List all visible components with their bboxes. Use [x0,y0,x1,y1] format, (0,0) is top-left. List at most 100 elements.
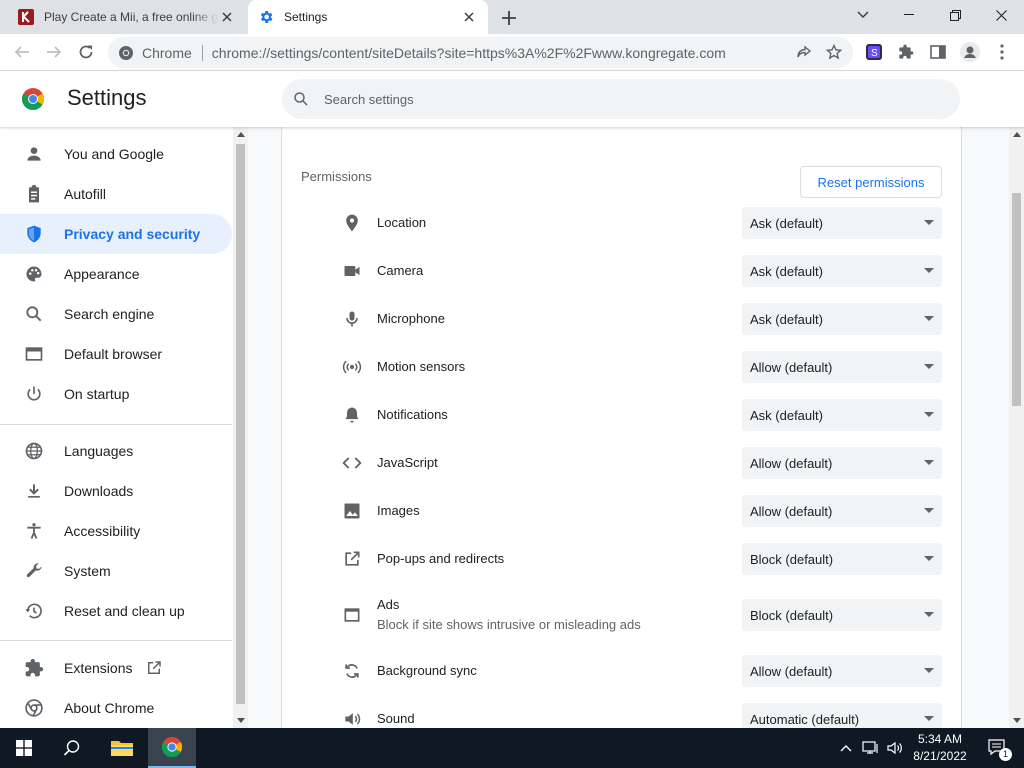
clipboard-icon [22,182,46,206]
tab-kongregate[interactable]: Play Create a Mii, a free online game on… [8,0,246,34]
sidebar-item-label: On startup [64,386,130,402]
sidebar-item-privacy-and-security[interactable]: Privacy and security [0,214,232,254]
sidebar-item-appearance[interactable]: Appearance [0,254,232,294]
close-window-button[interactable] [978,0,1024,30]
site-info-chip[interactable]: Chrome [118,45,192,61]
permission-value: Block (default) [750,607,834,623]
permission-select-location[interactable]: Ask (default) [742,207,942,239]
dropdown-caret-icon [924,460,934,465]
permission-select-images[interactable]: Allow (default) [742,495,942,527]
minimize-button[interactable] [886,0,932,30]
scroll-down-arrow[interactable] [237,718,245,723]
kongregate-icon [18,9,34,25]
forward-button[interactable] [40,38,68,66]
new-tab-button[interactable] [498,7,520,29]
sidebar-item-label: Downloads [64,483,134,499]
permission-select-popups[interactable]: Block (default) [742,543,942,575]
permission-select-ads[interactable]: Block (default) [742,599,942,631]
sidebar-item-about-chrome[interactable]: About Chrome [0,688,232,728]
volume-icon[interactable] [884,728,906,768]
chrome-logo-icon [21,87,45,111]
profile-avatar-icon[interactable] [956,38,984,66]
taskbar-search-button[interactable] [48,728,96,768]
sidebar-item-autofill[interactable]: Autofill [0,174,232,214]
svg-text:S: S [871,48,878,59]
sidebar-item-downloads[interactable]: Downloads [0,471,232,511]
scrollbar-thumb[interactable] [236,144,245,704]
scroll-up-arrow[interactable] [1013,132,1021,137]
tab-search-button[interactable] [840,0,886,30]
image-icon [340,499,364,523]
sidebar-item-on-startup[interactable]: On startup [0,374,232,414]
permission-value: Block (default) [750,551,834,567]
download-icon [22,479,46,503]
windows-taskbar: 5:34 AM 8/21/2022 1 [0,728,1024,768]
tray-overflow-icon[interactable] [836,728,856,768]
sidebar-scrollbar[interactable] [233,127,248,728]
settings-sidebar: You and Google Autofill Privacy and secu… [0,127,248,728]
scrollbar-thumb[interactable] [1012,193,1021,406]
tab-title: Settings [284,10,328,24]
permission-row-location: Location Ask (default) [282,199,963,247]
sidebar-item-reset-and-clean-up[interactable]: Reset and clean up [0,591,232,631]
sidebar-item-languages[interactable]: Languages [0,431,232,471]
permission-select-background-sync[interactable]: Allow (default) [742,655,942,687]
close-tab-icon[interactable] [460,8,478,26]
url-text[interactable]: chrome://settings/content/siteDetails?si… [212,45,726,61]
sensors-icon [340,355,364,379]
permission-select-javascript[interactable]: Allow (default) [742,447,942,479]
extension-s-icon[interactable]: S [860,38,888,66]
action-center-button[interactable]: 1 [978,728,1018,768]
share-icon[interactable] [793,41,815,63]
extensions-puzzle-icon[interactable] [892,38,920,66]
browser-toolbar: Chrome chrome://settings/content/siteDet… [0,34,1024,71]
permission-value: Allow (default) [750,663,833,679]
scroll-up-arrow[interactable] [237,132,245,137]
bell-icon [340,403,364,427]
permission-value: Allow (default) [750,455,833,471]
reload-button[interactable] [72,38,100,66]
main-scrollbar[interactable] [1009,127,1024,728]
bookmark-star-icon[interactable] [823,41,845,63]
taskbar-file-explorer[interactable] [98,728,146,768]
back-button[interactable] [8,38,36,66]
sidebar-item-system[interactable]: System [0,551,232,591]
more-menu-icon[interactable] [988,38,1016,66]
sidebar-item-accessibility[interactable]: Accessibility [0,511,232,551]
dropdown-caret-icon [924,508,934,513]
sidebar-item-search-engine[interactable]: Search engine [0,294,232,334]
permission-row-microphone: Microphone Ask (default) [282,295,963,343]
scroll-down-arrow[interactable] [1013,718,1021,723]
tab-strip: Play Create a Mii, a free online game on… [0,0,1024,34]
sidebar-item-extensions[interactable]: Extensions [0,648,232,688]
browser-icon [22,342,46,366]
sidebar-item-default-browser[interactable]: Default browser [0,334,232,374]
side-panel-icon[interactable] [924,38,952,66]
permission-label: JavaScript [377,455,438,470]
accessibility-icon [22,519,46,543]
network-icon[interactable] [860,728,882,768]
permission-select-microphone[interactable]: Ask (default) [742,303,942,335]
search-input[interactable] [324,91,924,107]
dropdown-caret-icon [924,612,934,617]
permission-select-notifications[interactable]: Ask (default) [742,399,942,431]
sidebar-item-label: System [64,563,111,579]
chrome-icon [22,696,46,720]
tab-settings[interactable]: Settings [248,0,488,34]
taskbar-chrome[interactable] [148,728,196,768]
restore-button[interactable] [932,0,978,30]
permission-row-javascript: JavaScript Allow (default) [282,439,963,487]
sidebar-item-you-and-google[interactable]: You and Google [0,134,232,174]
reset-permissions-button[interactable]: Reset permissions [800,166,942,198]
start-button[interactable] [0,728,48,768]
permission-select-camera[interactable]: Ask (default) [742,255,942,287]
permission-select-motion-sensors[interactable]: Allow (default) [742,351,942,383]
settings-search[interactable] [282,79,960,119]
address-bar[interactable]: Chrome chrome://settings/content/siteDet… [108,37,853,68]
permission-select-sound[interactable]: Automatic (default) [742,703,942,728]
sidebar-item-label: Appearance [64,266,140,282]
close-tab-icon[interactable] [218,8,236,26]
taskbar-clock[interactable]: 5:34 AM 8/21/2022 [906,731,974,765]
permission-label: Images [377,503,420,518]
sidebar-item-label: Default browser [64,346,163,362]
